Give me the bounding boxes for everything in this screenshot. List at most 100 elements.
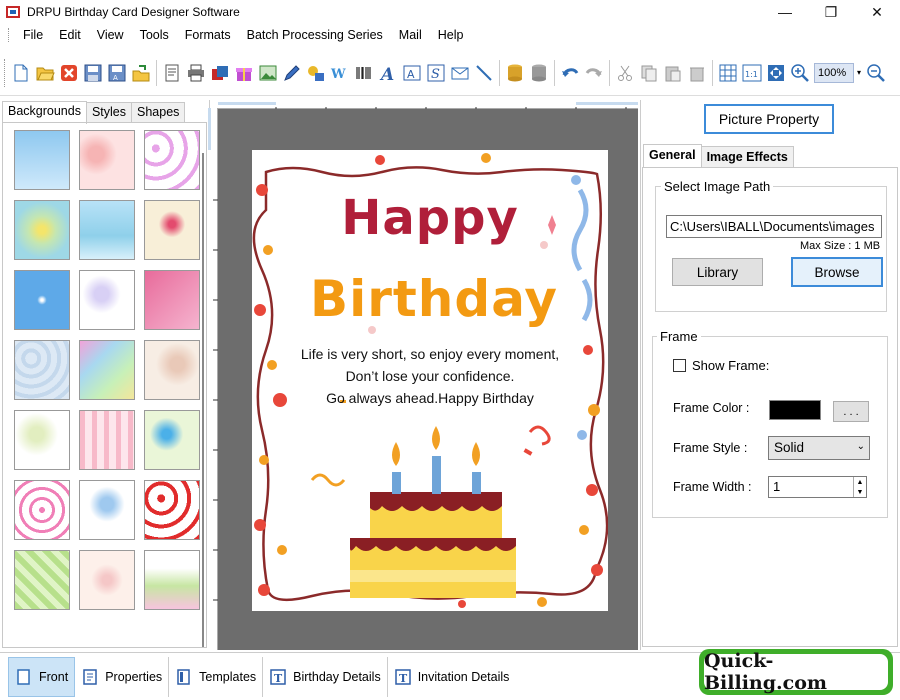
actual-size-icon: 1:1 — [742, 64, 762, 81]
properties-tab[interactable]: Properties — [75, 656, 170, 697]
card-message-line[interactable]: Go always ahead.Happy Birthday — [252, 390, 608, 406]
copy-button[interactable] — [638, 61, 661, 85]
quick-billing-logo[interactable]: Quick-Billing.com — [699, 649, 893, 695]
line-button[interactable] — [473, 61, 496, 85]
save-button[interactable] — [82, 61, 105, 85]
print-preview-button[interactable] — [161, 61, 184, 85]
tab-shapes[interactable]: Shapes — [131, 102, 186, 123]
background-thumbnail[interactable] — [79, 410, 135, 470]
svg-text:W: W — [330, 67, 346, 82]
birthday-details-tab[interactable]: T Birthday Details — [263, 656, 388, 697]
background-thumbnail[interactable] — [14, 480, 70, 540]
background-thumbnail[interactable] — [144, 340, 200, 400]
background-thumbnail[interactable] — [144, 550, 200, 610]
insert-image-button[interactable] — [257, 61, 280, 85]
background-thumbnail[interactable] — [14, 340, 70, 400]
grid-icon — [719, 64, 737, 81]
delete-button[interactable] — [686, 61, 709, 85]
background-thumbnail[interactable] — [144, 200, 200, 260]
tab-general[interactable]: General — [643, 144, 702, 168]
library-button[interactable]: Library — [672, 258, 763, 286]
background-thumbnail[interactable] — [144, 410, 200, 470]
card-heading-happy[interactable]: Happy — [252, 190, 608, 246]
background-thumbnail[interactable] — [14, 130, 70, 190]
database-gray-button[interactable] — [528, 61, 551, 85]
pen-button[interactable] — [281, 61, 304, 85]
close-file-button[interactable] — [58, 61, 81, 85]
gift-button[interactable] — [233, 61, 256, 85]
background-thumbnail[interactable] — [144, 270, 200, 330]
menu-help[interactable]: Help — [430, 24, 472, 46]
background-thumbnail[interactable] — [14, 270, 70, 330]
redo-button[interactable] — [583, 61, 606, 85]
save-as-button[interactable]: A — [106, 61, 129, 85]
zoom-level-field[interactable]: 100% — [814, 62, 854, 83]
database-button[interactable] — [504, 61, 527, 85]
background-thumbnail[interactable] — [14, 410, 70, 470]
birthday-card[interactable]: Happy Birthday Life is very short, so en… — [252, 150, 608, 611]
card-message-line[interactable]: Don’t lose your confidence. — [252, 368, 608, 384]
background-thumbnail[interactable] — [144, 480, 200, 540]
shapes-icon — [308, 65, 324, 81]
tab-backgrounds[interactable]: Backgrounds — [2, 101, 87, 124]
background-thumbnail[interactable] — [14, 550, 70, 610]
tab-image-effects[interactable]: Image Effects — [700, 146, 794, 168]
spin-up-icon[interactable]: ▲ — [857, 479, 864, 486]
actual-size-button[interactable]: 1:1 — [741, 61, 764, 85]
mail-button[interactable] — [449, 61, 472, 85]
menu-formats[interactable]: Formats — [177, 24, 239, 46]
close-button[interactable]: ✕ — [854, 0, 900, 24]
background-thumbnail[interactable] — [79, 130, 135, 190]
grid-button[interactable] — [717, 61, 740, 85]
background-thumbnail[interactable] — [79, 480, 135, 540]
invitation-details-tab[interactable]: T Invitation Details — [388, 657, 516, 697]
browse-button[interactable]: Browse — [791, 257, 883, 287]
menu-tools[interactable]: Tools — [132, 24, 177, 46]
front-tab[interactable]: Front — [8, 656, 76, 697]
frame-width-stepper[interactable]: 1 ▲ ▼ — [768, 476, 867, 498]
wordart-button[interactable]: W — [329, 61, 352, 85]
menu-edit[interactable]: Edit — [51, 24, 89, 46]
text-button[interactable]: A — [377, 61, 400, 85]
picture-property-button[interactable]: Picture Property — [704, 104, 834, 134]
new-button[interactable] — [10, 61, 33, 85]
background-thumbnail[interactable] — [79, 200, 135, 260]
zoom-in-button[interactable] — [789, 61, 812, 85]
templates-tab[interactable]: Templates — [169, 656, 264, 697]
background-thumbnail[interactable] — [79, 550, 135, 610]
paste-button[interactable] — [662, 61, 685, 85]
menu-mail[interactable]: Mail — [391, 24, 430, 46]
background-thumbnail[interactable] — [144, 130, 200, 190]
signature-button[interactable]: S — [425, 61, 448, 85]
card-heading-birthday[interactable]: Birthday — [252, 270, 608, 328]
card-message-line[interactable]: Life is very short, so enjoy every momen… — [252, 346, 608, 362]
frame-style-select[interactable]: Solid ⌄ — [768, 436, 870, 460]
cut-button[interactable] — [614, 61, 637, 85]
barcode-button[interactable] — [353, 61, 376, 85]
maximize-button[interactable]: ❐ — [808, 0, 854, 24]
tab-styles[interactable]: Styles — [85, 102, 133, 123]
image-path-input[interactable]: C:\Users\IBALL\Documents\images — [666, 215, 882, 238]
menu-file[interactable]: File — [15, 24, 51, 46]
export-button[interactable] — [130, 61, 153, 85]
background-thumbnail[interactable] — [79, 340, 135, 400]
fit-window-button[interactable] — [765, 61, 788, 85]
zoom-dropdown-arrow[interactable]: ▾ — [854, 68, 864, 77]
spin-down-icon[interactable]: ▼ — [857, 489, 864, 496]
show-frame-checkbox[interactable] — [673, 359, 686, 372]
open-button[interactable] — [34, 61, 57, 85]
background-thumbnail[interactable] — [79, 270, 135, 330]
text-box-button[interactable]: A — [401, 61, 424, 85]
frame-color-swatch[interactable] — [769, 400, 821, 420]
undo-button[interactable] — [559, 61, 582, 85]
minimize-button[interactable]: — — [762, 0, 808, 24]
background-thumbnail[interactable] — [14, 200, 70, 260]
menu-batch-processing[interactable]: Batch Processing Series — [239, 24, 391, 46]
zoom-out-button[interactable] — [865, 61, 888, 85]
batch-print-button[interactable] — [209, 61, 232, 85]
frame-color-picker-button[interactable]: . . . — [833, 401, 869, 422]
menu-view[interactable]: View — [89, 24, 132, 46]
print-button[interactable] — [185, 61, 208, 85]
gallery-scrollbar[interactable] — [202, 153, 204, 647]
shapes-button[interactable] — [305, 61, 328, 85]
